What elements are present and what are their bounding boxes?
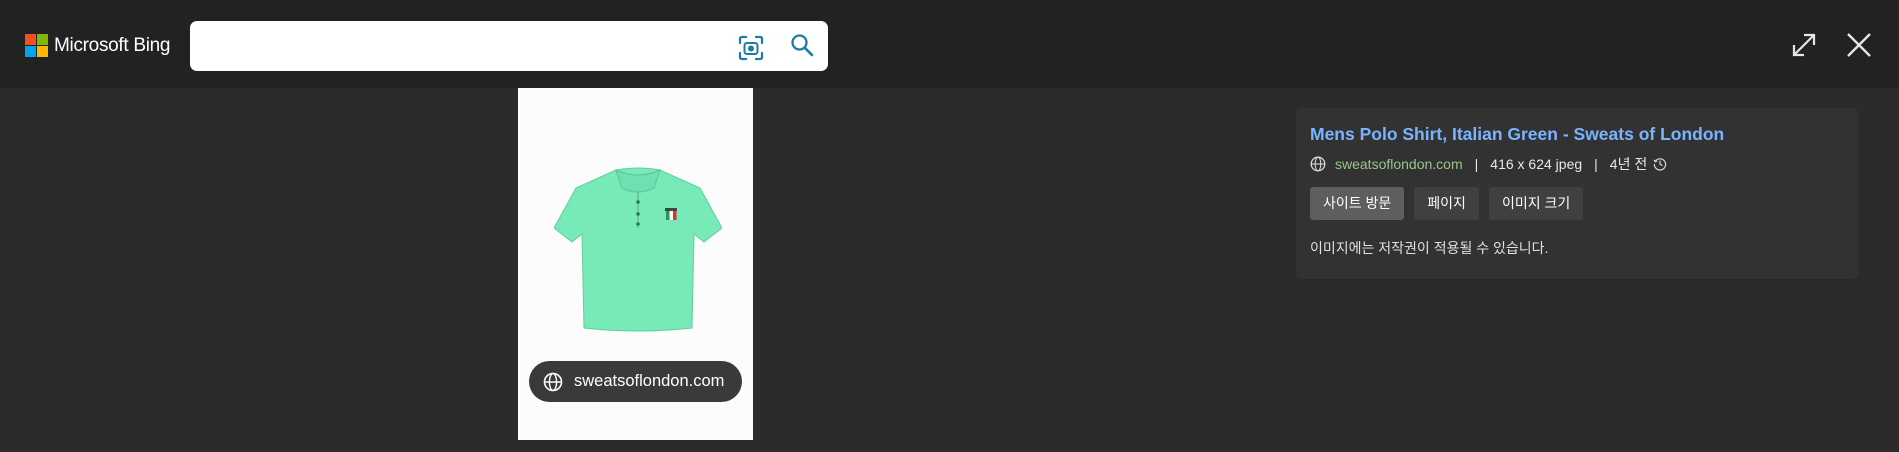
meta-separator: |	[1594, 156, 1598, 172]
image-dimensions: 416 x 624 jpeg	[1490, 156, 1583, 172]
search-icon[interactable]	[790, 33, 814, 57]
search-input[interactable]	[204, 31, 728, 63]
image-details-panel: Mens Polo Shirt, Italian Green - Sweats …	[1296, 108, 1858, 279]
copyright-notice: 이미지에는 저작권이 적용될 수 있습니다.	[1310, 240, 1549, 256]
history-icon	[1653, 158, 1667, 171]
polo-shirt-image	[554, 167, 722, 332]
image-age: 4년 전	[1609, 156, 1648, 172]
image-meta: sweatsoflondon.com | 416 x 624 jpeg | 4년…	[1310, 154, 1667, 174]
preview-image[interactable]: sweatsoflondon.com	[518, 88, 753, 440]
brand-name: Microsoft Bing	[54, 34, 171, 56]
search-box[interactable]	[190, 21, 828, 71]
source-badge[interactable]: sweatsoflondon.com	[529, 361, 742, 402]
globe-icon	[1310, 156, 1326, 172]
close-icon[interactable]	[1846, 32, 1872, 58]
visual-search-icon[interactable]	[738, 35, 764, 61]
source-domain-link[interactable]: sweatsoflondon.com	[1335, 156, 1463, 172]
meta-separator: |	[1474, 156, 1479, 172]
image-size-button[interactable]: 이미지 크기	[1488, 187, 1584, 220]
source-badge-label: sweatsoflondon.com	[574, 372, 725, 390]
globe-icon	[543, 372, 563, 391]
bing-logo[interactable]: Microsoft Bing	[25, 34, 170, 57]
top-bar: Microsoft Bing	[0, 0, 1899, 88]
visit-site-button[interactable]: 사이트 방문	[1310, 187, 1405, 220]
action-buttons: 사이트 방문 페이지 이미지 크기	[1310, 187, 1584, 220]
page-button[interactable]: 페이지	[1414, 187, 1479, 220]
image-title-link[interactable]: Mens Polo Shirt, Italian Green - Sweats …	[1310, 124, 1724, 145]
microsoft-logo-icon	[25, 34, 48, 57]
expand-icon[interactable]	[1791, 32, 1817, 58]
